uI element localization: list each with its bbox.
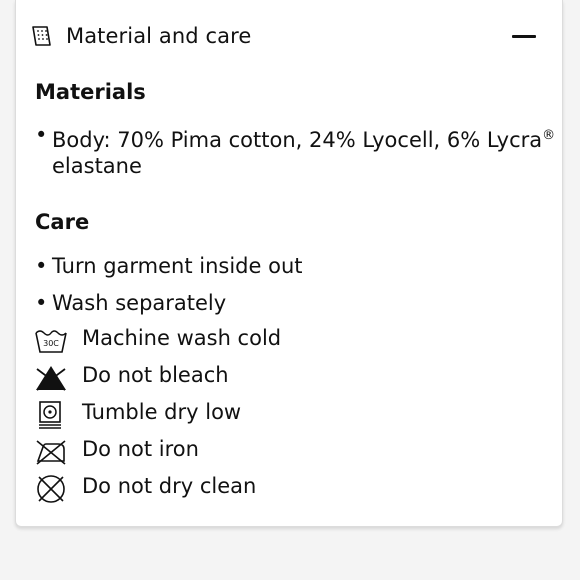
care-instruction-label: Do not bleach: [82, 363, 229, 387]
do-not-dry-clean-icon: [37, 475, 65, 503]
do-not-iron-icon: [36, 440, 66, 465]
care-bullet-text: Wash separately: [52, 291, 227, 315]
care-instruction-dryclean: Do not dry clean: [34, 472, 534, 504]
do-not-bleach-icon: [36, 366, 66, 391]
tumble-dry-low-icon: [39, 401, 61, 429]
care-instruction-dry: Tumble dry low: [34, 398, 534, 430]
care-label-icon: [32, 26, 51, 46]
care-instruction-label: Do not dry clean: [82, 474, 257, 498]
svg-text:30C: 30C: [43, 339, 59, 348]
care-instruction-label: Machine wash cold: [82, 326, 282, 350]
accordion-header[interactable]: Material and care: [16, 16, 562, 56]
care-instruction-bleach: Do not bleach: [34, 361, 534, 393]
care-bullet-text: Turn garment inside out: [52, 254, 303, 278]
material-care-panel: Material and care Materials • Body: 70% …: [15, 0, 563, 527]
care-heading: Care: [35, 210, 90, 234]
care-instruction-wash: 30C Machine wash cold: [34, 324, 534, 356]
materials-heading: Materials: [35, 80, 146, 104]
registered-mark: ®: [542, 128, 556, 143]
wash-30-icon: 30C: [35, 330, 67, 353]
bullet: •: [35, 123, 48, 147]
care-instruction-label: Tumble dry low: [82, 400, 242, 424]
materials-text-line2: elastane: [52, 154, 142, 178]
minus-icon: [512, 35, 536, 38]
accordion-title: Material and care: [66, 24, 252, 48]
collapse-button[interactable]: [510, 24, 540, 48]
materials-text-line1: Body: 70% Pima cotton, 24% Lyocell, 6% L…: [52, 128, 543, 152]
care-instruction-label: Do not iron: [82, 437, 199, 461]
care-instruction-iron: Do not iron: [34, 435, 534, 467]
